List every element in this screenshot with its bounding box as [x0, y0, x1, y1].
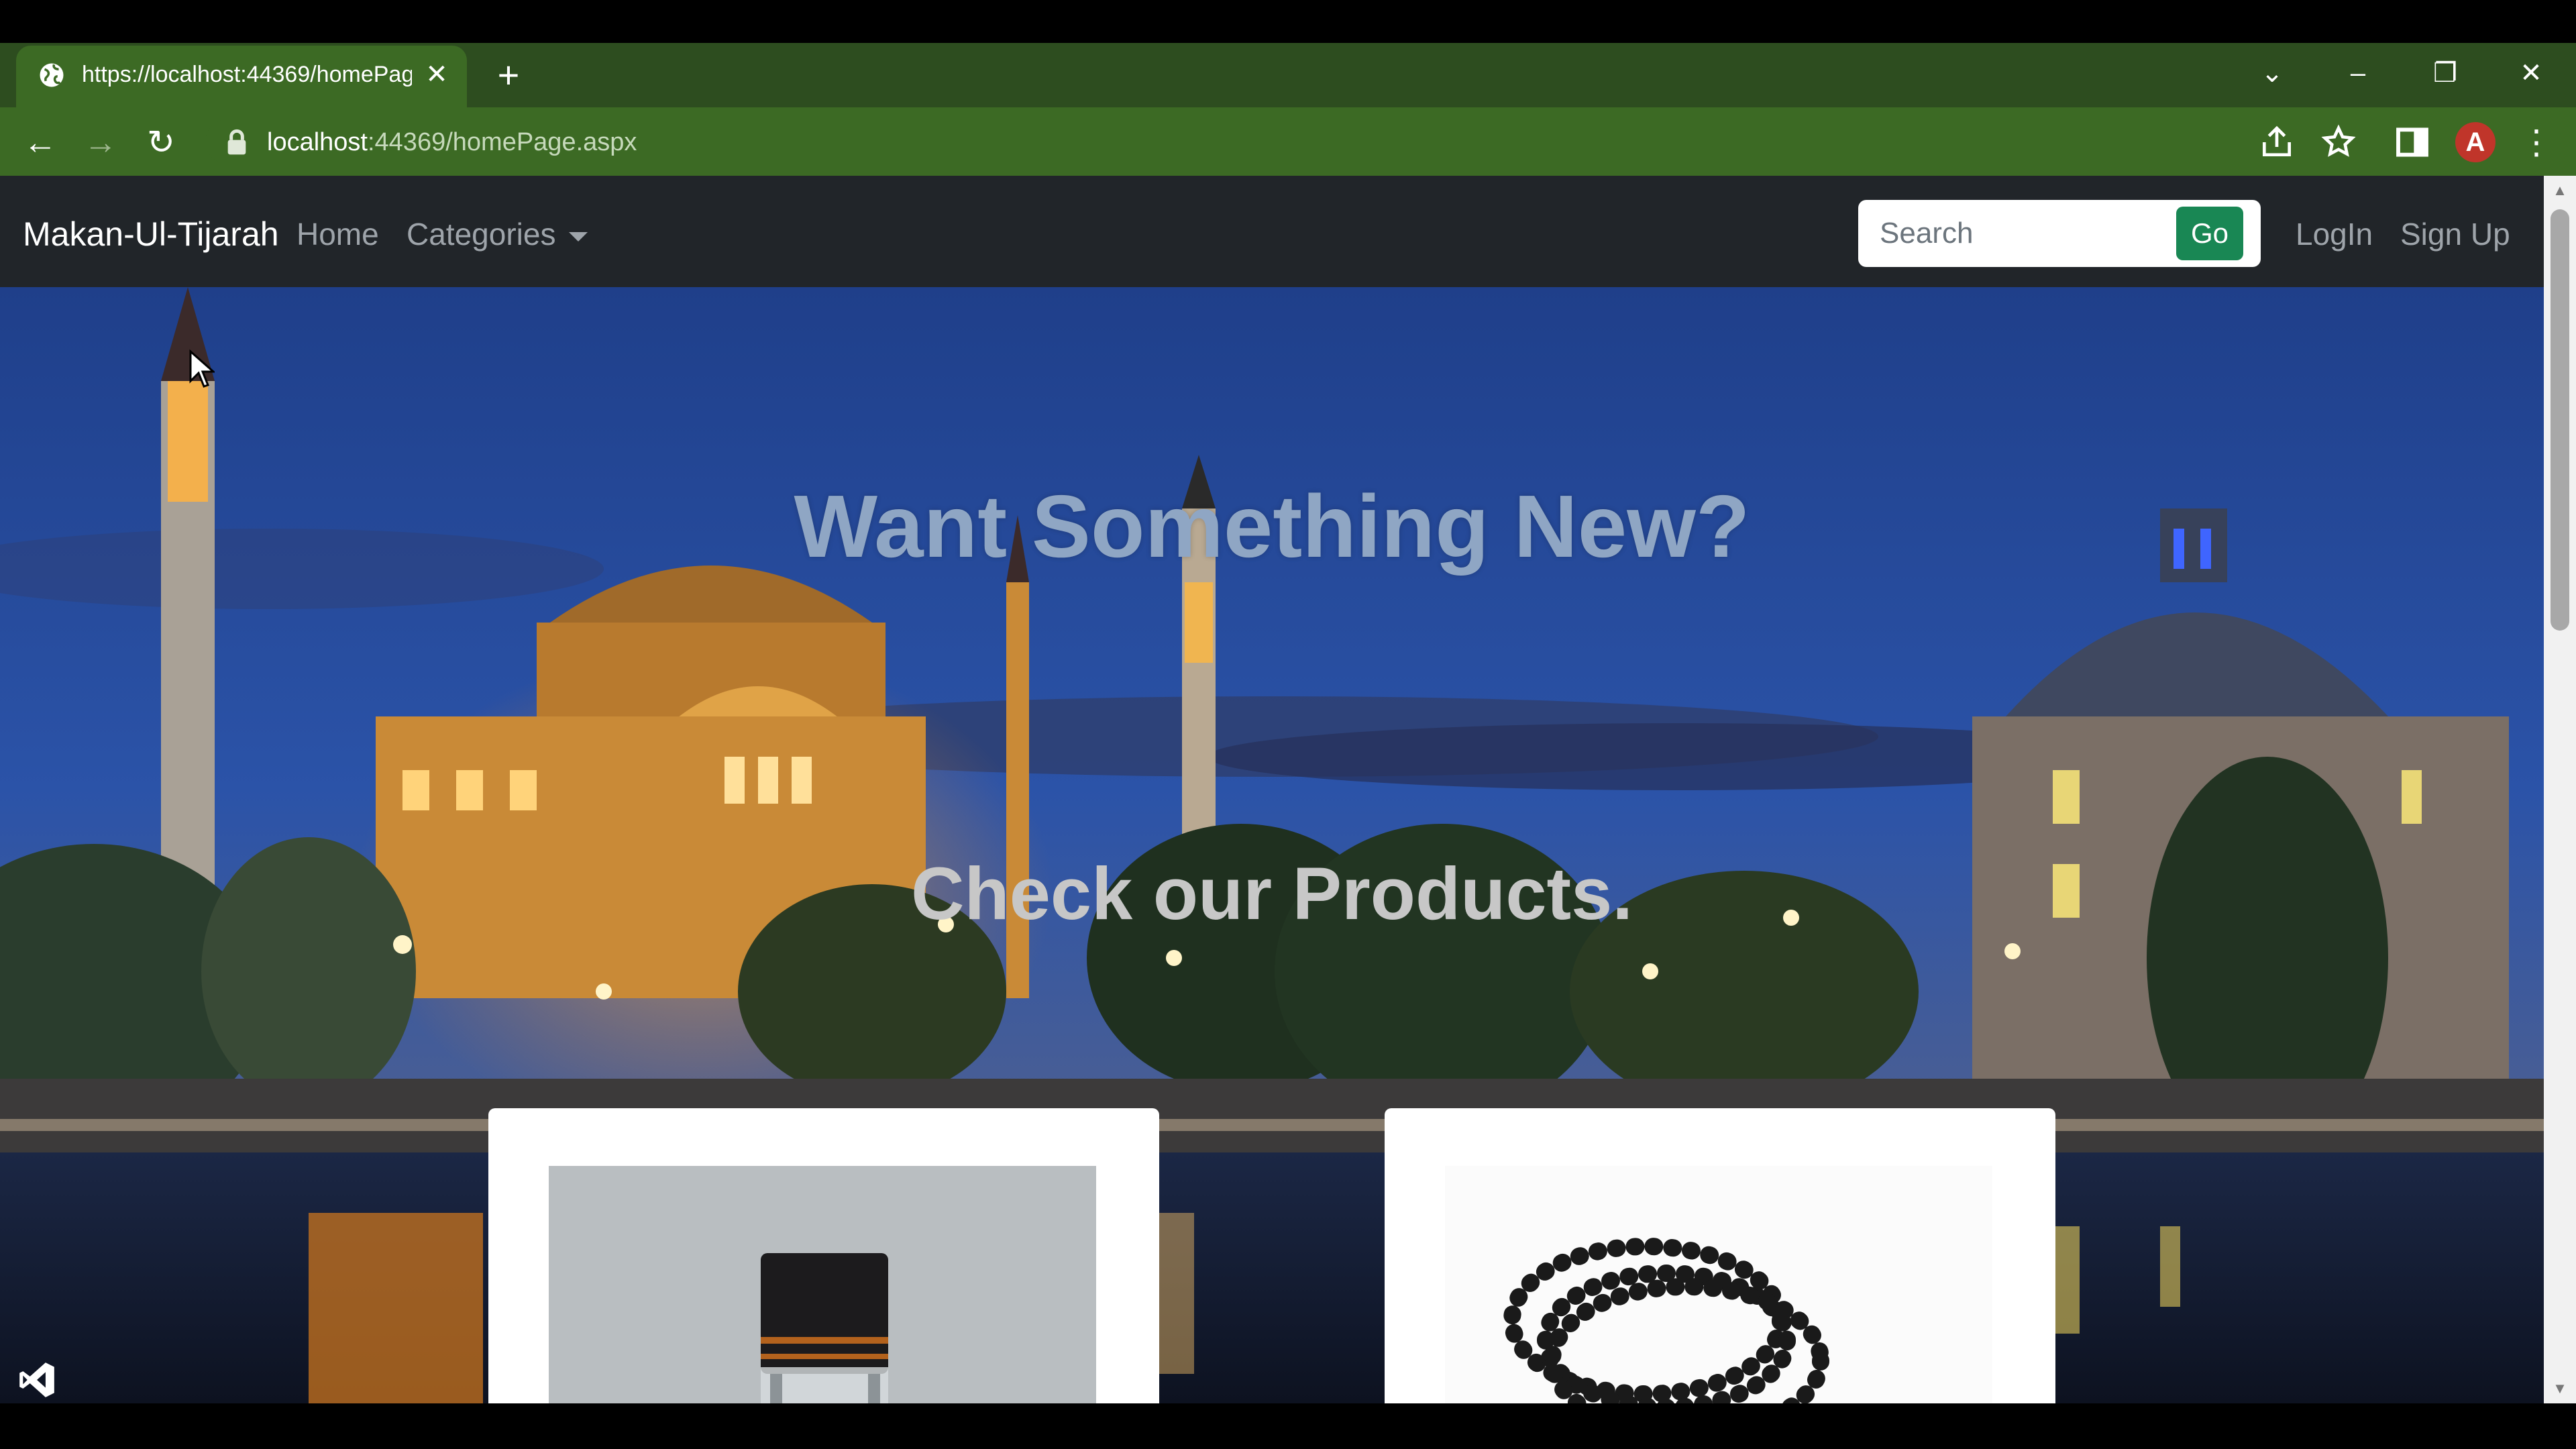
sidebar-icon[interactable]: [2394, 123, 2431, 161]
reload-button[interactable]: ↻: [141, 122, 181, 162]
profile-avatar[interactable]: A: [2455, 122, 2496, 162]
hero-subtitle: Check our Products.: [911, 853, 1633, 935]
forward-button[interactable]: →: [80, 122, 121, 162]
nav-home-link[interactable]: Home: [297, 212, 379, 256]
window-titlebar: [0, 0, 2576, 43]
hero-title: Want Something New?: [794, 477, 1750, 576]
tab-close-icon[interactable]: ✕: [421, 59, 452, 90]
product-card[interactable]: [488, 1108, 1159, 1403]
product-image[interactable]: [1445, 1166, 1992, 1403]
scroll-up-icon[interactable]: ▲: [2551, 181, 2569, 200]
url-text[interactable]: localhost:44369/homePage.aspx: [267, 125, 637, 160]
site-brand[interactable]: Makan-Ul-Tijarah: [23, 212, 279, 256]
nav-categories-dropdown[interactable]: Categories: [407, 212, 588, 256]
star-icon[interactable]: [2320, 123, 2357, 161]
back-button[interactable]: ←: [20, 122, 60, 162]
product-card[interactable]: [1385, 1108, 2055, 1403]
url-host: localhost: [267, 128, 368, 156]
browser-menu-icon[interactable]: ⋮: [2520, 122, 2553, 162]
scrollbar-thumb[interactable]: [2551, 209, 2569, 631]
visual-studio-icon[interactable]: [16, 1359, 58, 1401]
lock-icon[interactable]: [225, 129, 248, 156]
search-input[interactable]: [1858, 200, 2174, 267]
tab-title: https://localhost:44369/homePage.aspx: [82, 62, 412, 87]
tab-search-button[interactable]: ⌄: [2249, 52, 2296, 94]
url-path: :44369/homePage.aspx: [367, 128, 637, 156]
product-image[interactable]: [549, 1166, 1096, 1403]
caret-down-icon: [569, 231, 588, 241]
minimize-button[interactable]: –: [2334, 52, 2381, 94]
globe-icon: [40, 63, 64, 87]
nav-categories-label: Categories: [407, 217, 556, 252]
search-go-button[interactable]: Go: [2176, 207, 2243, 260]
scroll-down-icon[interactable]: ▼: [2551, 1379, 2569, 1398]
nav-signup-link[interactable]: Sign Up: [2400, 212, 2510, 256]
new-tab-button[interactable]: +: [490, 56, 527, 94]
restore-button[interactable]: ❐: [2422, 52, 2469, 94]
nav-login-link[interactable]: LogIn: [2296, 212, 2373, 256]
share-icon[interactable]: [2258, 123, 2296, 161]
taskbar-strip: [0, 1403, 2576, 1449]
mouse-cursor-icon: [189, 349, 215, 388]
close-window-button[interactable]: ✕: [2508, 52, 2555, 94]
